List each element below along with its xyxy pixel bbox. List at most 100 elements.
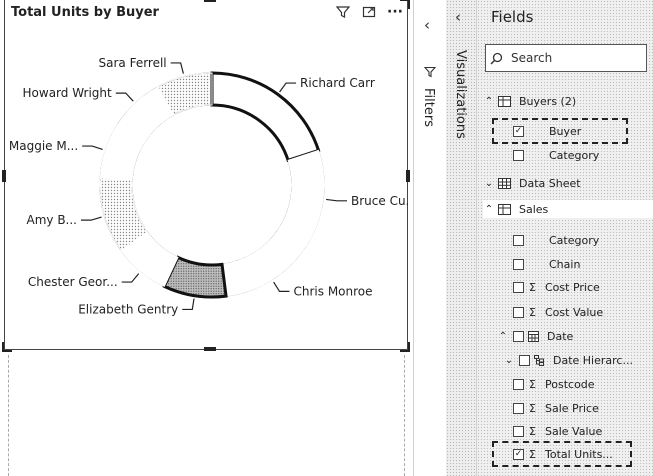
field-chain[interactable]: Chain bbox=[513, 255, 580, 273]
leader-line bbox=[326, 198, 348, 202]
field-label: Postcode bbox=[545, 377, 595, 391]
expand-caret-icon[interactable]: ⌄ bbox=[483, 178, 495, 189]
field-label: Chain bbox=[549, 257, 581, 271]
fields-search-input[interactable]: Search bbox=[485, 44, 647, 72]
data-label: Chris Monroe bbox=[294, 284, 373, 298]
leader-line bbox=[170, 62, 184, 74]
visualizations-pane-collapsed[interactable]: ‹ Visualizations bbox=[446, 0, 476, 476]
filter-icon bbox=[424, 66, 436, 78]
field-checkbox[interactable] bbox=[513, 402, 524, 414]
field-checkbox[interactable] bbox=[513, 378, 524, 390]
resize-handle-top[interactable] bbox=[204, 0, 216, 2]
resize-corner-top-right[interactable] bbox=[400, 0, 410, 9]
field-postcode[interactable]: Σ Postcode bbox=[513, 375, 595, 393]
field-label: Total Units... bbox=[545, 447, 613, 461]
data-label: Maggie M... bbox=[9, 139, 78, 153]
leader-line bbox=[121, 273, 140, 283]
expand-caret-icon[interactable]: ⌄ bbox=[503, 355, 515, 366]
filters-pane-collapsed[interactable]: ‹ Filters bbox=[414, 0, 446, 476]
field-checkbox[interactable] bbox=[519, 354, 530, 366]
field-label: Date bbox=[547, 329, 574, 343]
table-icon bbox=[498, 95, 511, 107]
table-buyers[interactable]: ⌃ Buyers (2) bbox=[483, 92, 576, 110]
collapse-caret-icon[interactable]: ⌃ bbox=[497, 331, 509, 342]
data-label: Howard Wright bbox=[23, 86, 113, 100]
data-label: Richard Carr bbox=[300, 76, 375, 90]
sigma-icon: Σ bbox=[529, 424, 536, 438]
leader-line bbox=[82, 145, 103, 151]
field-checkbox[interactable] bbox=[513, 306, 524, 318]
data-label: Chester Geor... bbox=[28, 275, 118, 289]
table-name: Buyers (2) bbox=[519, 94, 577, 108]
calendar-icon bbox=[528, 330, 539, 342]
table-sales[interactable]: ⌃ Sales bbox=[483, 200, 653, 218]
field-label: Date Hierarc... bbox=[553, 353, 633, 367]
table-data-sheet[interactable]: ⌄ Data Sheet bbox=[483, 174, 581, 192]
field-checkbox[interactable] bbox=[513, 425, 524, 437]
collapse-caret-icon[interactable]: ⌃ bbox=[483, 204, 495, 215]
field-checkbox[interactable]: ✓ bbox=[513, 448, 524, 460]
field-label: Cost Value bbox=[545, 305, 604, 319]
collapse-chevron-icon[interactable]: ‹ bbox=[455, 8, 461, 26]
field-checkbox[interactable] bbox=[513, 149, 524, 161]
field-date[interactable]: ⌃ Date bbox=[497, 327, 574, 345]
field-label: Buyer bbox=[549, 124, 582, 138]
filters-pane-label: Filters bbox=[421, 88, 436, 127]
leader-line bbox=[182, 298, 195, 311]
field-sale-value[interactable]: Σ Sale Value bbox=[513, 422, 602, 440]
collapse-caret-icon[interactable]: ⌃ bbox=[483, 96, 495, 107]
table-icon bbox=[498, 177, 511, 189]
donut-chart: Richard Carr Bruce Cu... Chris Monroe Eliza… bbox=[9, 56, 409, 316]
field-cost-price[interactable]: Σ Cost Price bbox=[513, 278, 600, 296]
sigma-icon: Σ bbox=[529, 377, 536, 391]
data-label: Elizabeth Gentry bbox=[78, 302, 178, 316]
collapse-chevron-icon[interactable]: ‹ bbox=[424, 16, 430, 34]
field-checkbox[interactable] bbox=[513, 234, 524, 246]
resize-corner-bottom-right[interactable] bbox=[400, 342, 410, 352]
field-date-hierarchy[interactable]: ⌄ Date Hierarc... bbox=[503, 351, 633, 369]
resize-handle-right[interactable] bbox=[406, 170, 410, 182]
sigma-icon: Σ bbox=[529, 447, 536, 461]
search-icon bbox=[490, 52, 503, 65]
table-icon bbox=[498, 203, 511, 215]
field-buyer[interactable]: ✓ Buyer bbox=[513, 122, 581, 140]
resize-handle-left[interactable] bbox=[2, 170, 6, 182]
fields-pane-title: Fields bbox=[491, 8, 534, 26]
sigma-icon: Σ bbox=[529, 280, 536, 294]
donut-slice-bruce-cu[interactable] bbox=[278, 149, 325, 246]
leader-line bbox=[273, 281, 290, 292]
leader-line bbox=[81, 216, 102, 221]
hierarchy-icon bbox=[534, 354, 544, 366]
field-total-units[interactable]: ✓ Σ Total Units... bbox=[513, 445, 613, 463]
field-label: Sale Price bbox=[545, 401, 599, 415]
resize-handle-bottom[interactable] bbox=[204, 347, 216, 351]
field-label: Category bbox=[549, 148, 600, 162]
canvas-guide-left bbox=[8, 355, 9, 476]
search-placeholder: Search bbox=[511, 51, 553, 65]
field-label: Sale Value bbox=[545, 424, 603, 438]
field-checkbox[interactable] bbox=[513, 258, 524, 270]
field-checkbox[interactable] bbox=[513, 281, 524, 293]
field-checkbox[interactable] bbox=[513, 330, 524, 342]
leader-line bbox=[279, 82, 297, 93]
resize-corner-bottom-left[interactable] bbox=[2, 342, 12, 352]
sigma-icon: Σ bbox=[529, 401, 536, 415]
field-checkbox[interactable]: ✓ bbox=[513, 125, 524, 137]
table-name: Sales bbox=[519, 202, 549, 216]
data-label: Amy B... bbox=[27, 213, 78, 227]
field-label: Category bbox=[549, 233, 600, 247]
leader-line bbox=[115, 92, 134, 102]
data-label: Sara Ferrell bbox=[99, 56, 167, 70]
donut-chart-visual[interactable]: Total Units by Buyer ··· Richard Carr Bru… bbox=[2, 0, 410, 352]
canvas-guide-right bbox=[404, 355, 405, 476]
field-buyers-category[interactable]: Category bbox=[513, 146, 599, 164]
data-label: Bruce Cu... bbox=[351, 194, 409, 208]
field-cost-value[interactable]: Σ Cost Value bbox=[513, 303, 603, 321]
table-name: Data Sheet bbox=[519, 176, 581, 190]
fields-pane: Fields Search ⌃ Buyers (2) ✓ Buyer Categ… bbox=[476, 0, 653, 476]
field-sales-category[interactable]: Category bbox=[513, 231, 599, 249]
visualizations-pane-label: Visualizations bbox=[453, 50, 468, 139]
field-sale-price[interactable]: Σ Sale Price bbox=[513, 399, 599, 417]
sigma-icon: Σ bbox=[529, 305, 536, 319]
field-label: Cost Price bbox=[545, 280, 600, 294]
